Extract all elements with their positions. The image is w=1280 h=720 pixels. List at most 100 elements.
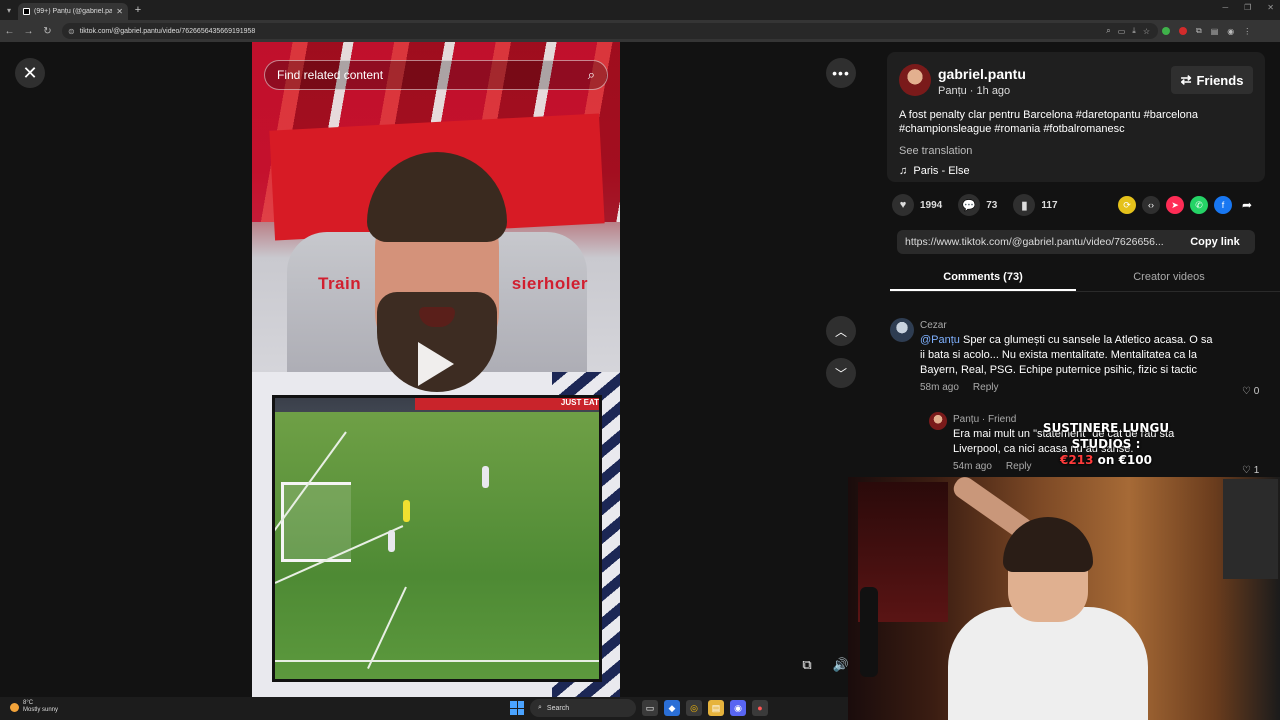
streamer-webcam: [848, 477, 1280, 720]
extensions-bar: ⧉ ▤ ◉ ⋮: [1162, 23, 1251, 39]
music-link[interactable]: ♫ Paris - Else: [899, 165, 970, 177]
pitch-line: [367, 586, 407, 669]
copy-link-button[interactable]: Copy link: [1175, 236, 1255, 248]
comment-text: @Panțu Sper ca glumești cu sansele la At…: [920, 333, 1220, 378]
new-tab-icon[interactable]: +: [128, 4, 148, 16]
zoom-icon[interactable]: ⌕: [1106, 26, 1110, 36]
save-stat[interactable]: ▮ 117: [1013, 194, 1058, 216]
send-to-friends-icon[interactable]: ➤: [1166, 196, 1184, 214]
search-icon[interactable]: ⌕: [588, 67, 595, 83]
windows-start-icon[interactable]: [510, 701, 524, 715]
download-icon[interactable]: ⤓: [1132, 26, 1136, 36]
player: [482, 466, 489, 488]
maximize-icon[interactable]: ❐: [1244, 3, 1251, 12]
microphone: [860, 587, 878, 677]
sidebar-icon[interactable]: ▤: [1211, 27, 1219, 36]
reply-avatar[interactable]: [929, 412, 947, 430]
address-bar[interactable]: ⊜ tiktok.com/@gabriel.pantu/video/762665…: [62, 23, 1158, 39]
tab-comments[interactable]: Comments (73): [890, 264, 1076, 291]
extension-green-icon[interactable]: [1162, 27, 1170, 35]
tab-close-icon[interactable]: ✕: [116, 7, 123, 16]
comment-mention[interactable]: @Panțu: [920, 334, 960, 346]
post-caption: A fost penalty clar pentru Barcelona #da…: [899, 109, 1199, 135]
see-translation-link[interactable]: See translation: [899, 145, 972, 157]
site-info-icon[interactable]: ⊜: [68, 27, 75, 36]
tiktok-favicon-icon: [23, 8, 30, 15]
url-text: tiktok.com/@gabriel.pantu/video/76266564…: [79, 27, 256, 35]
copilot-icon[interactable]: ◆: [664, 700, 680, 716]
share-buttons: ⟳ ‹› ➤ ✆ f ➦: [1118, 196, 1256, 214]
file-explorer-icon[interactable]: ▤: [708, 700, 724, 716]
forward-icon[interactable]: →: [19, 26, 38, 37]
previous-video-button[interactable]: ︿: [826, 316, 856, 346]
extension-red-icon[interactable]: [1179, 27, 1187, 35]
chair-text-right: sierholer: [511, 274, 588, 293]
taskbar-search[interactable]: ⌕ Search: [530, 699, 636, 717]
streamer-body: [948, 607, 1148, 720]
cast-icon[interactable]: ▭: [1118, 27, 1126, 36]
comment-time: 58m ago: [920, 382, 959, 393]
comment-heart-icon[interactable]: ♡: [1242, 386, 1251, 397]
taskbar-apps: ⌕ Search ▭ ◆ ◎ ▤ ◉ ●: [510, 699, 768, 717]
discord-icon[interactable]: ◉: [730, 700, 746, 716]
close-video-button[interactable]: ✕: [15, 58, 45, 88]
chair-text-left: Train: [318, 274, 362, 293]
comment-count: 73: [986, 199, 998, 211]
profile-icon[interactable]: ◉: [1227, 27, 1234, 36]
reply-reply-button[interactable]: Reply: [1006, 461, 1032, 472]
goal-frame: [281, 482, 351, 562]
comment-author[interactable]: Cezar: [920, 320, 1220, 331]
bookmark-star-icon[interactable]: ☆: [1143, 27, 1150, 36]
football-pitch: [275, 412, 599, 679]
like-count: 1994: [920, 199, 943, 211]
taskbar-search-icon: ⌕: [538, 704, 542, 711]
creator-subline: Panțu · 1h ago: [938, 85, 1011, 97]
next-video-button[interactable]: ﹀: [826, 358, 856, 388]
picture-in-picture-icon[interactable]: ⧉: [794, 652, 820, 678]
reply-like[interactable]: ♡ 1: [1242, 465, 1259, 476]
find-related-search[interactable]: Find related content ⌕: [264, 60, 608, 90]
browser-tab-active[interactable]: (99+) Panțu (@gabriel.pantu) | T ✕: [18, 3, 128, 20]
minimize-icon[interactable]: ─: [1222, 3, 1228, 12]
heart-icon[interactable]: ♥: [892, 194, 914, 216]
whatsapp-icon[interactable]: ✆: [1190, 196, 1208, 214]
weather-widget[interactable]: 8°C Mostly sunny: [10, 700, 58, 714]
like-stat[interactable]: ♥ 1994: [892, 194, 942, 216]
tab-search-icon[interactable]: ▾: [0, 0, 18, 20]
facebook-icon[interactable]: f: [1214, 196, 1232, 214]
bookmark-icon[interactable]: ▮: [1013, 194, 1036, 216]
more-options-button[interactable]: •••: [826, 58, 856, 88]
repost-icon[interactable]: ⟳: [1118, 196, 1136, 214]
task-view-icon[interactable]: ▭: [642, 700, 658, 716]
music-title: Paris - Else: [913, 165, 970, 177]
friends-button[interactable]: ⇄ Friends: [1171, 66, 1253, 94]
sponsor-amount: €213: [1060, 453, 1094, 467]
tab-creator-videos[interactable]: Creator videos: [1076, 264, 1262, 291]
reload-icon[interactable]: ↻: [38, 26, 57, 37]
chrome-icon[interactable]: ◎: [686, 700, 702, 716]
window-close-icon[interactable]: ✕: [1267, 3, 1274, 12]
wall-sign: [1223, 479, 1278, 579]
commenter-avatar[interactable]: [890, 318, 914, 342]
creator-username[interactable]: gabriel.pantu: [938, 66, 1026, 82]
back-icon[interactable]: ←: [0, 26, 19, 37]
omnibox-actions: ⌕ ▭ ⤓ ☆: [1106, 23, 1158, 39]
comment-body: Sper ca glumești cu sansele la Atletico …: [920, 334, 1213, 376]
reply-heart-icon[interactable]: ♡: [1242, 465, 1251, 476]
sponsor-progress: €213 on €100: [1036, 452, 1176, 468]
comment-like[interactable]: ♡ 0: [1242, 386, 1259, 397]
comment-stat[interactable]: 💬 73: [958, 194, 997, 216]
creator-avatar[interactable]: [899, 64, 931, 96]
pitch-line: [275, 660, 599, 662]
comment-bubble-icon[interactable]: 💬: [958, 194, 981, 216]
video-player[interactable]: Train sierholer Find related content ⌕ J…: [252, 42, 620, 697]
reply-button[interactable]: Reply: [973, 382, 999, 393]
play-icon[interactable]: [418, 342, 454, 386]
browser-menu-icon[interactable]: ⋮: [1243, 27, 1251, 36]
embed-icon[interactable]: ‹›: [1142, 196, 1160, 214]
app-icon[interactable]: ●: [752, 700, 768, 716]
music-note-icon: ♫: [899, 165, 908, 177]
extensions-puzzle-icon[interactable]: ⧉: [1196, 26, 1202, 36]
share-arrow-icon[interactable]: ➦: [1238, 196, 1256, 214]
share-link-url[interactable]: https://www.tiktok.com/@gabriel.pantu/vi…: [897, 236, 1175, 248]
